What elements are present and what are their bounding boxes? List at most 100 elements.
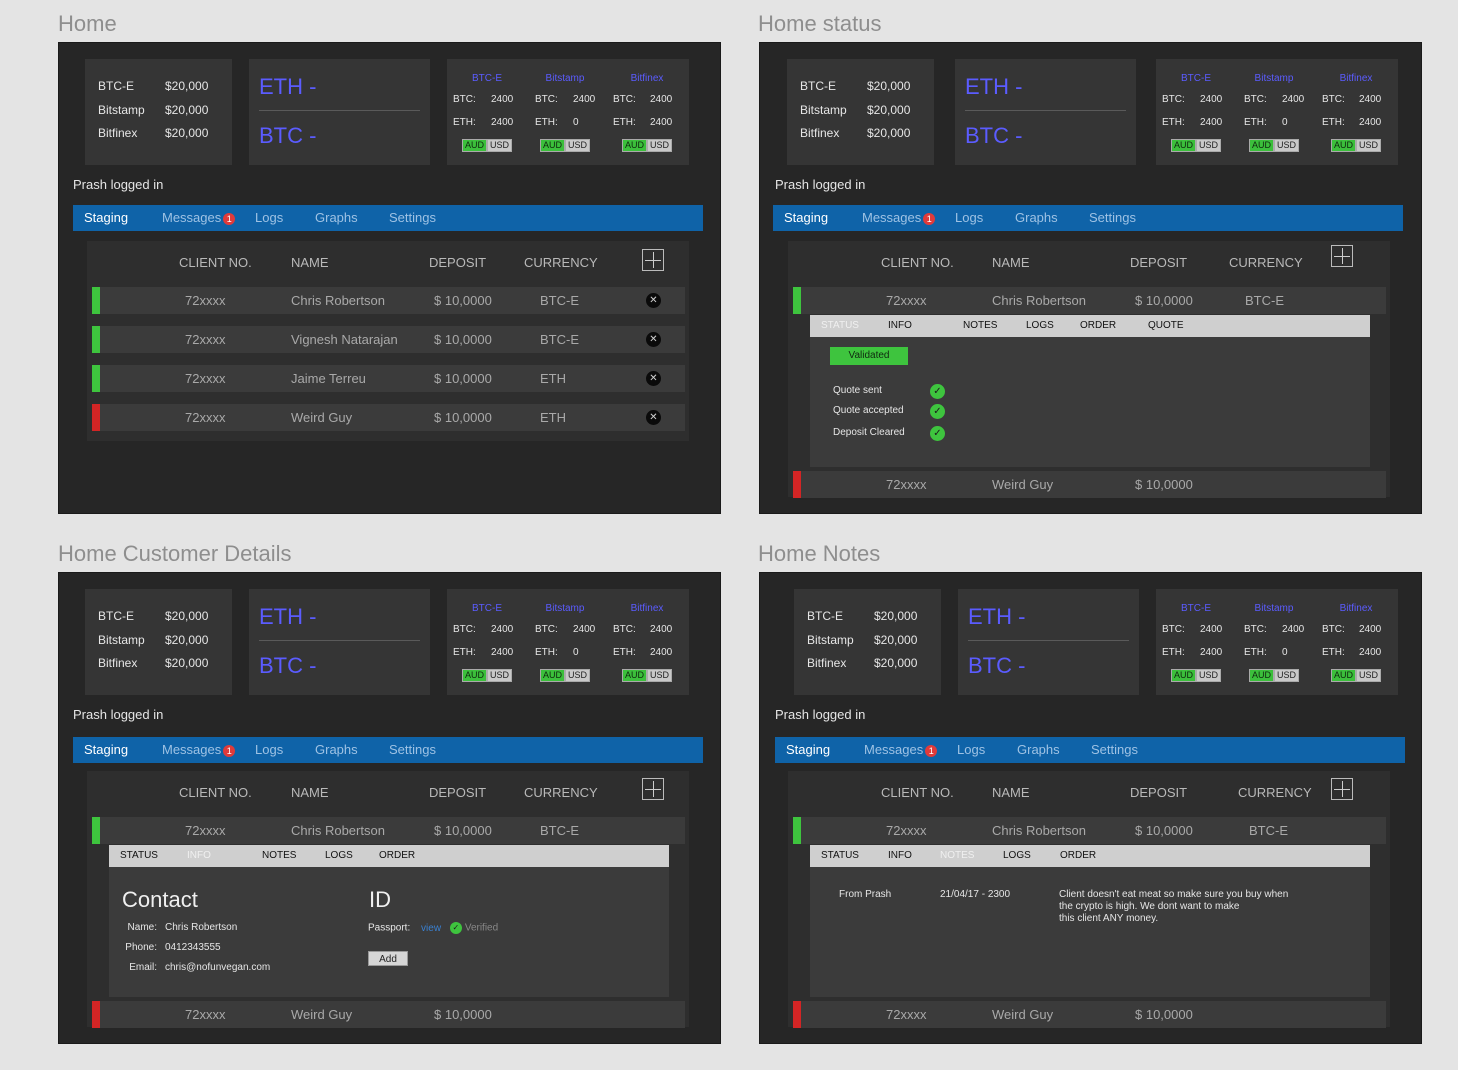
exchange-header[interactable]: Bitfinex [1316, 73, 1396, 84]
subtab-info[interactable]: INFO [888, 320, 912, 331]
table-row[interactable]: 72xxxx Chris Robertson $ 10,0000 BTC-E ✕ [92, 287, 685, 314]
table-row[interactable]: 72xxxx Jaime Terreu $ 10,0000 ETH ✕ [92, 365, 685, 392]
passport-view-link[interactable]: view [421, 923, 441, 934]
add-client-icon[interactable] [642, 778, 664, 800]
close-icon[interactable]: ✕ [646, 410, 661, 425]
tab-staging[interactable]: Staging [84, 210, 128, 225]
subtab-order[interactable]: ORDER [1080, 320, 1116, 331]
subtab-notes[interactable]: NOTES [940, 850, 974, 861]
subtab-logs[interactable]: LOGS [325, 850, 353, 861]
aud-button[interactable]: AUD [1330, 139, 1356, 152]
usd-button[interactable]: USD [1196, 139, 1222, 152]
aud-button[interactable]: AUD [1330, 669, 1356, 682]
exchange-header[interactable]: Bitstamp [1234, 73, 1314, 84]
table-row[interactable]: 72xxxx Chris Robertson $ 10,0000 BTC-E [793, 287, 1386, 314]
aud-button[interactable]: AUD [461, 139, 487, 152]
table-row[interactable]: 72xxxx Weird Guy $ 10,0000 [92, 1001, 685, 1028]
column-header-currency[interactable]: CURRENCY [524, 785, 598, 800]
column-header-currency[interactable]: CURRENCY [524, 255, 598, 270]
tab-settings[interactable]: Settings [1091, 742, 1138, 757]
tab-settings[interactable]: Settings [1089, 210, 1136, 225]
aud-button[interactable]: AUD [621, 139, 647, 152]
usd-button[interactable]: USD [1356, 139, 1382, 152]
exchange-header[interactable]: BTC-E [447, 603, 527, 614]
subtab-quote[interactable]: QUOTE [1148, 320, 1184, 331]
usd-button[interactable]: USD [487, 139, 513, 152]
exchange-header[interactable]: BTC-E [1156, 603, 1236, 614]
subtab-status[interactable]: STATUS [120, 850, 158, 861]
table-row[interactable]: 72xxxx Weird Guy $ 10,0000 [793, 471, 1386, 498]
tab-graphs[interactable]: Graphs [1015, 210, 1058, 225]
column-header-deposit[interactable]: DEPOSIT [1130, 785, 1187, 800]
aud-button[interactable]: AUD [1170, 669, 1196, 682]
usd-button[interactable]: USD [565, 669, 591, 682]
add-client-icon[interactable] [1331, 245, 1353, 267]
aud-button[interactable]: AUD [1170, 139, 1196, 152]
usd-button[interactable]: USD [1196, 669, 1222, 682]
tab-messages[interactable]: Messages 1 [864, 742, 938, 757]
subtab-logs[interactable]: LOGS [1003, 850, 1031, 861]
usd-button[interactable]: USD [565, 139, 591, 152]
tab-logs[interactable]: Logs [957, 742, 985, 757]
exchange-header[interactable]: Bitfinex [1316, 603, 1396, 614]
tab-settings[interactable]: Settings [389, 210, 436, 225]
exchange-header[interactable]: BTC-E [447, 73, 527, 84]
tab-graphs[interactable]: Graphs [315, 742, 358, 757]
subtab-info[interactable]: INFO [888, 850, 912, 861]
aud-button[interactable]: AUD [539, 139, 565, 152]
close-icon[interactable]: ✕ [646, 332, 661, 347]
table-row[interactable]: 72xxxx Chris Robertson $ 10,0000 BTC-E [793, 817, 1386, 844]
tab-logs[interactable]: Logs [255, 742, 283, 757]
tab-staging[interactable]: Staging [784, 210, 828, 225]
usd-button[interactable]: USD [487, 669, 513, 682]
table-row[interactable]: 72xxxx Weird Guy $ 10,0000 [793, 1001, 1386, 1028]
column-header-name[interactable]: NAME [992, 785, 1030, 800]
tab-graphs[interactable]: Graphs [315, 210, 358, 225]
exchange-header[interactable]: Bitfinex [607, 603, 687, 614]
subtab-status[interactable]: STATUS [821, 320, 859, 331]
subtab-order[interactable]: ORDER [379, 850, 415, 861]
close-icon[interactable]: ✕ [646, 371, 661, 386]
add-client-icon[interactable] [642, 249, 664, 271]
aud-button[interactable]: AUD [1248, 139, 1274, 152]
tab-graphs[interactable]: Graphs [1017, 742, 1060, 757]
aud-button[interactable]: AUD [1248, 669, 1274, 682]
tab-settings[interactable]: Settings [389, 742, 436, 757]
subtab-status[interactable]: STATUS [821, 850, 859, 861]
aud-button[interactable]: AUD [461, 669, 487, 682]
column-header-deposit[interactable]: DEPOSIT [429, 255, 486, 270]
tab-logs[interactable]: Logs [255, 210, 283, 225]
column-header-client-no[interactable]: CLIENT NO. [881, 255, 954, 270]
usd-button[interactable]: USD [647, 669, 673, 682]
subtab-info[interactable]: INFO [187, 850, 211, 861]
column-header-name[interactable]: NAME [291, 255, 329, 270]
add-client-icon[interactable] [1331, 778, 1353, 800]
tab-messages[interactable]: Messages 1 [162, 742, 236, 757]
tab-staging[interactable]: Staging [84, 742, 128, 757]
subtab-notes[interactable]: NOTES [262, 850, 296, 861]
usd-button[interactable]: USD [647, 139, 673, 152]
column-header-client-no[interactable]: CLIENT NO. [881, 785, 954, 800]
table-row[interactable]: 72xxxx Vignesh Natarajan $ 10,0000 BTC-E… [92, 326, 685, 353]
tab-logs[interactable]: Logs [955, 210, 983, 225]
close-icon[interactable]: ✕ [646, 293, 661, 308]
exchange-header[interactable]: BTC-E [1156, 73, 1236, 84]
usd-button[interactable]: USD [1274, 139, 1300, 152]
exchange-header[interactable]: Bitfinex [607, 73, 687, 84]
usd-button[interactable]: USD [1274, 669, 1300, 682]
column-header-client-no[interactable]: CLIENT NO. [179, 255, 252, 270]
exchange-header[interactable]: Bitstamp [525, 603, 605, 614]
exchange-header[interactable]: Bitstamp [525, 73, 605, 84]
column-header-name[interactable]: NAME [992, 255, 1030, 270]
usd-button[interactable]: USD [1356, 669, 1382, 682]
subtab-order[interactable]: ORDER [1060, 850, 1096, 861]
tab-messages[interactable]: Messages 1 [162, 210, 236, 225]
column-header-currency[interactable]: CURRENCY [1229, 255, 1303, 270]
exchange-header[interactable]: Bitstamp [1234, 603, 1314, 614]
aud-button[interactable]: AUD [539, 669, 565, 682]
tab-messages[interactable]: Messages 1 [862, 210, 936, 225]
column-header-client-no[interactable]: CLIENT NO. [179, 785, 252, 800]
column-header-currency[interactable]: CURRENCY [1238, 785, 1312, 800]
column-header-deposit[interactable]: DEPOSIT [1130, 255, 1187, 270]
tab-staging[interactable]: Staging [786, 742, 830, 757]
